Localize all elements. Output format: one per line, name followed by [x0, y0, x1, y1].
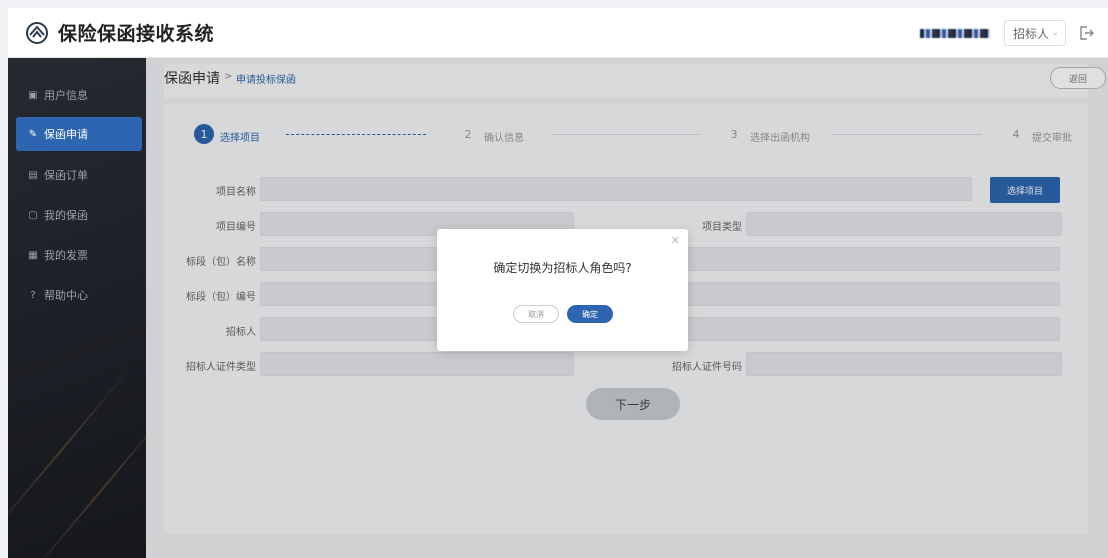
sidebar-item-my-guarantee[interactable]: ▢ 我的保函: [16, 198, 142, 232]
user-info-icon: ▣: [28, 89, 38, 101]
order-icon: ▤: [28, 169, 38, 181]
invoice-icon: ▦: [28, 249, 38, 261]
confirm-dialog: ✕ 确定切换为招标人角色吗? 取消 确定: [437, 229, 688, 351]
sidebar-item-user-info[interactable]: ▣ 用户信息: [16, 78, 142, 112]
app-title: 保险保函接收系统: [58, 23, 215, 45]
role-select[interactable]: 招标人 ⌄: [1004, 20, 1066, 46]
sidebar-item-label: 帮助中心: [44, 289, 88, 302]
my-guarantee-icon: ▢: [28, 209, 38, 221]
help-icon: ?: [30, 289, 36, 301]
sidebar-decoration: [24, 404, 146, 558]
apply-icon: ✎: [28, 128, 38, 140]
sidebar-item-label: 保函申请: [44, 128, 88, 141]
sidebar-decoration: [8, 364, 134, 542]
username-redacted: [920, 28, 990, 38]
confirm-message: 确定切换为招标人角色吗?: [493, 261, 632, 275]
sidebar-item-label: 用户信息: [44, 89, 88, 102]
sidebar-item-label: 保函订单: [44, 169, 88, 182]
cancel-button[interactable]: 取消: [513, 305, 559, 323]
close-icon[interactable]: ✕: [671, 234, 680, 247]
confirm-button[interactable]: 确定: [567, 305, 613, 323]
app-logo-icon: [26, 21, 48, 44]
sidebar: ▣ 用户信息 ✎ 保函申请 ▤ 保函订单 ▢ 我的保函 ▦ 我的发票 ? 帮助中…: [8, 58, 146, 558]
top-header: 保险保函接收系统 招标人 ⌄: [8, 8, 1108, 58]
chevron-down-icon: ⌄: [1051, 28, 1059, 38]
sidebar-item-invoices[interactable]: ▦ 我的发票: [16, 238, 142, 272]
sidebar-item-orders[interactable]: ▤ 保函订单: [16, 158, 142, 192]
sidebar-item-label: 我的保函: [44, 209, 88, 222]
sidebar-item-apply[interactable]: ✎ 保函申请: [16, 117, 142, 151]
sidebar-item-help[interactable]: ? 帮助中心: [16, 278, 142, 312]
sidebar-item-label: 我的发票: [44, 249, 88, 262]
logout-icon[interactable]: [1076, 23, 1096, 43]
role-select-value: 招标人: [1013, 26, 1050, 41]
